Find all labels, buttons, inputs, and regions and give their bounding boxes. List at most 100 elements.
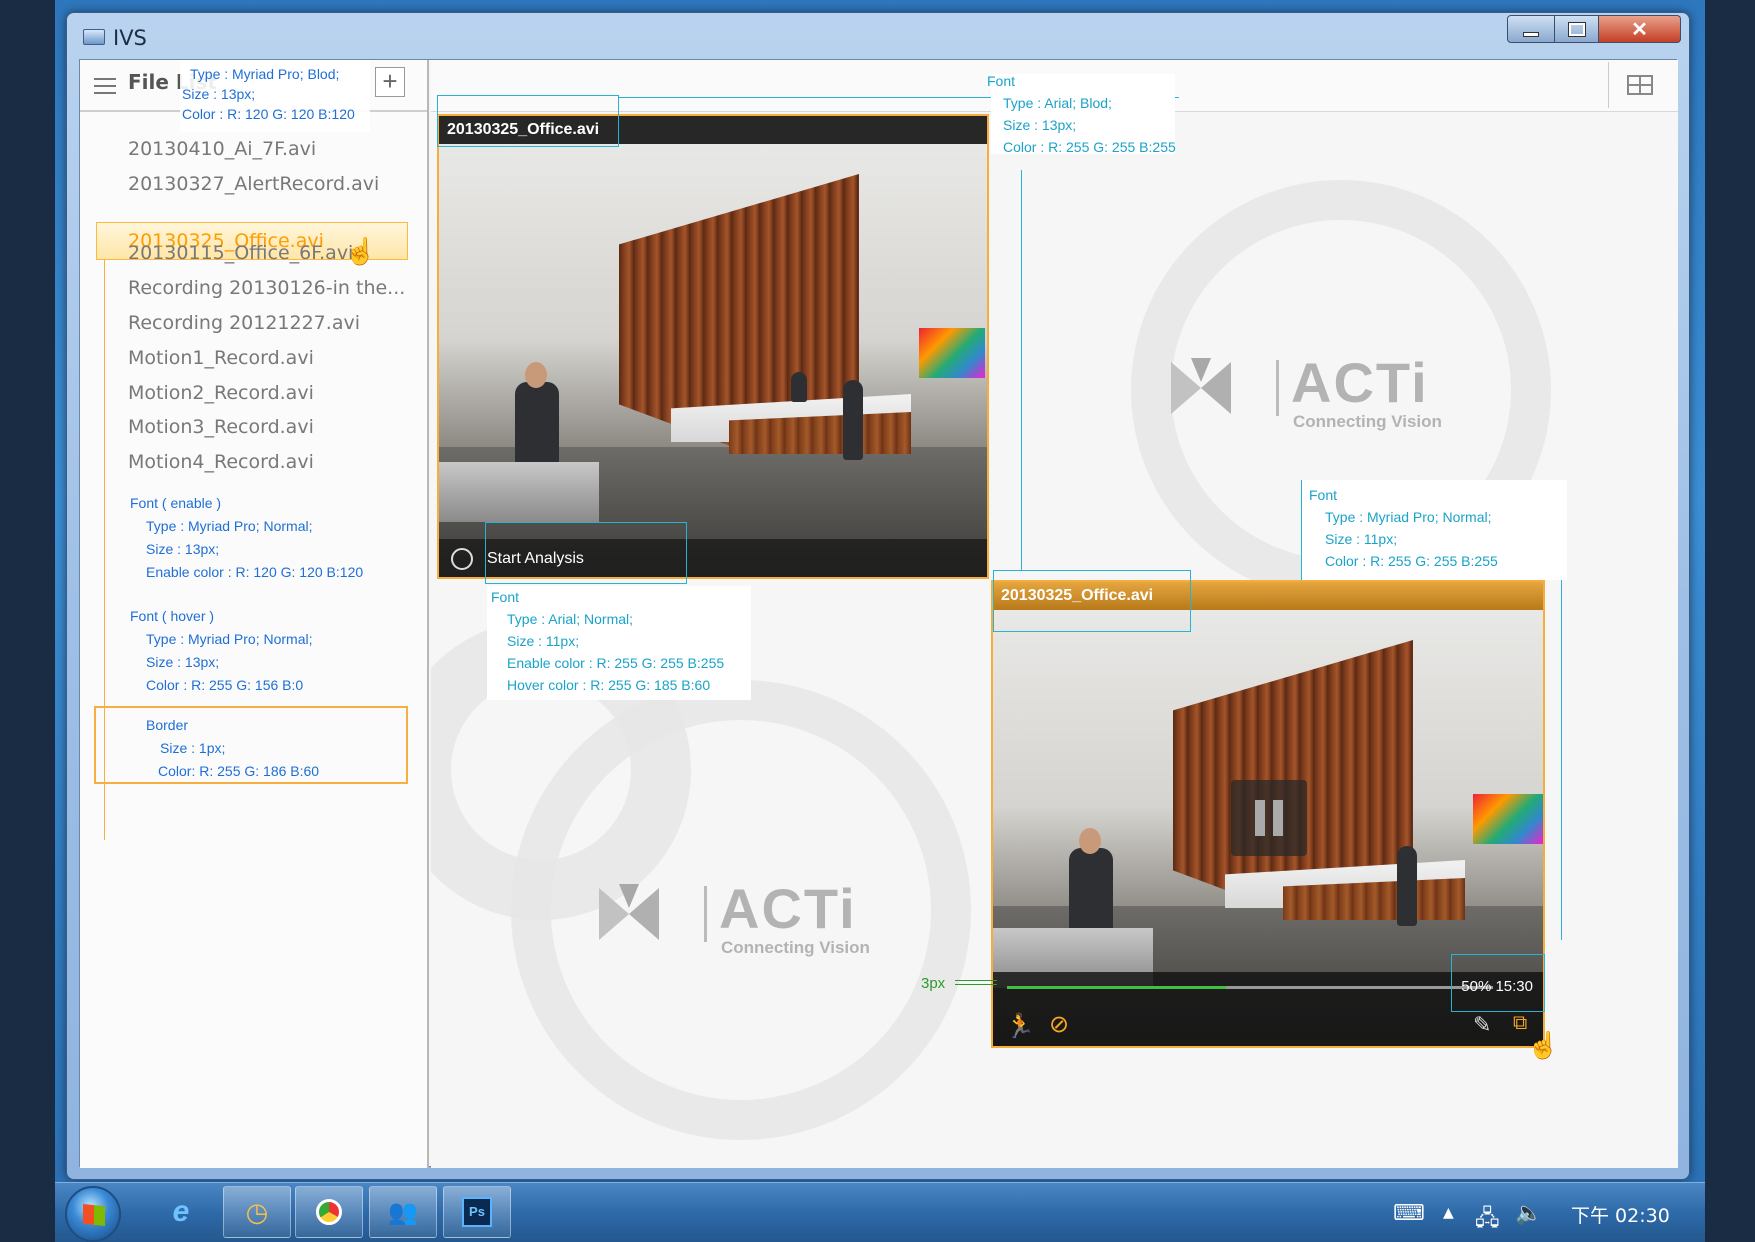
- taskbar-ie[interactable]: e: [147, 1186, 215, 1238]
- taskbar-chrome[interactable]: [295, 1186, 363, 1238]
- file-item[interactable]: Motion2_Record.avi: [128, 382, 314, 404]
- acti-mark-icon: [599, 884, 659, 940]
- logo-divider: [1276, 360, 1279, 416]
- video-panel[interactable]: 20130325_Office.avi Start Analysis: [437, 114, 989, 579]
- annotation-leader: [955, 980, 997, 981]
- window-controls: ✕: [1507, 15, 1681, 45]
- taskbar-photoshop[interactable]: Ps: [443, 1186, 511, 1238]
- scene-gates: [439, 462, 599, 522]
- progress-bar[interactable]: [1007, 986, 1493, 989]
- annotation-line: Type : Arial; Normal;: [507, 611, 634, 627]
- annotation-box: [437, 95, 619, 147]
- minimize-icon: [1523, 31, 1539, 37]
- annotation-line: Size : 1px;: [160, 740, 226, 756]
- annotation-line: Type : Myriad Pro; Normal;: [146, 631, 313, 647]
- taskbar: e ◷ 👥 Ps ⌨ ▲ 🖧 🔈 下午 02:30: [55, 1182, 1705, 1242]
- acti-mark-icon: [1171, 358, 1231, 414]
- annotation-line: Size : 13px;: [1003, 117, 1077, 133]
- maximize-button[interactable]: [1555, 15, 1599, 43]
- annotation-line: Border: [146, 717, 189, 733]
- video-frame: [439, 144, 987, 577]
- annotation-line: Size : 11px;: [1325, 531, 1398, 547]
- start-analysis-icon: [451, 548, 473, 570]
- taskbar-users[interactable]: 👥: [369, 1186, 437, 1238]
- tray-expand-icon[interactable]: ▲: [1443, 1205, 1454, 1221]
- layout-button[interactable]: [1608, 62, 1666, 108]
- annotation-line: Font ( enable ): [130, 495, 222, 511]
- logo-tagline: Connecting Vision: [721, 938, 870, 957]
- file-item[interactable]: Recording 20130126-in the...: [128, 277, 405, 299]
- annotation-line: Enable color : R: 120 G: 120 B:120: [146, 564, 364, 580]
- logo-brand: ACTi: [1291, 351, 1429, 414]
- window-title: IVS: [113, 26, 147, 50]
- motion-detect-icon[interactable]: 🏃: [1005, 1012, 1035, 1041]
- annotation-progress-thickness: 3px: [921, 975, 946, 992]
- annotation-leader: [955, 984, 997, 985]
- scene-person: [1397, 846, 1417, 926]
- edit-icon[interactable]: ✎: [1473, 1012, 1491, 1038]
- app-window: IVS ✕ File List + Type : Myriad Pro; Blo…: [66, 12, 1690, 1180]
- photoshop-icon: Ps: [462, 1197, 492, 1227]
- list-icon: [94, 78, 116, 94]
- start-button[interactable]: [65, 1186, 121, 1242]
- annotation-font-hover: Font ( hover ) Type : Myriad Pro; Normal…: [130, 605, 313, 697]
- popout-icon[interactable]: ⧉: [1513, 1012, 1527, 1035]
- close-button[interactable]: ✕: [1599, 15, 1681, 43]
- chrome-icon: [316, 1199, 342, 1225]
- file-item[interactable]: 20130115_Office_6F.avi: [128, 242, 353, 264]
- minimize-button[interactable]: [1507, 15, 1555, 43]
- file-item[interactable]: Motion1_Record.avi: [128, 347, 314, 369]
- file-item[interactable]: Motion3_Record.avi: [128, 416, 314, 438]
- no-entry-icon[interactable]: ⊘: [1049, 1010, 1069, 1039]
- pause-icon: [1255, 800, 1265, 836]
- file-item[interactable]: Recording 20121227.avi: [128, 312, 360, 334]
- annotation-line: Font: [1309, 487, 1338, 503]
- brand-logo: ACTi Connecting Vision: [599, 876, 899, 966]
- title-bar[interactable]: IVS ✕: [67, 13, 1689, 59]
- annotation-line: Size : 13px;: [146, 541, 220, 557]
- annotation-line: Font: [987, 73, 1016, 89]
- network-icon[interactable]: 🖧: [1475, 1201, 1500, 1239]
- app-icon: [83, 29, 105, 45]
- annotation-line: Color : R: 255 G: 156 B:0: [146, 677, 304, 693]
- annotation-line: Size : 13px;: [182, 86, 256, 102]
- maximize-icon: [1567, 21, 1586, 37]
- add-file-button[interactable]: +: [375, 67, 405, 97]
- users-icon: 👥: [388, 1198, 418, 1226]
- windows-logo-icon: [83, 1204, 105, 1226]
- annotation-analysis-font: Font Type : Arial; Normal; Size : 11px; …: [491, 586, 724, 696]
- annotation-leader: [1021, 170, 1022, 570]
- clock[interactable]: 下午 02:30: [1571, 1201, 1670, 1228]
- annotation-header-font: Type : Myriad Pro; Blod; Size : 13px; Co…: [182, 64, 355, 124]
- file-item[interactable]: Motion4_Record.avi: [128, 451, 314, 473]
- scene-person: [843, 380, 863, 460]
- pause-button[interactable]: [1231, 780, 1307, 856]
- annotation-line: Type : Myriad Pro; Normal;: [1325, 509, 1492, 525]
- annotation-line: Type : Myriad Pro; Blod;: [190, 66, 340, 82]
- scene-art: [1473, 794, 1543, 844]
- client-area: File List + Type : Myriad Pro; Blod; Siz…: [79, 59, 1678, 1168]
- ie-icon: e: [172, 1195, 190, 1228]
- annotation-line: Color : R: 255 G: 255 B:255: [1325, 553, 1498, 569]
- pause-icon: [1273, 800, 1283, 836]
- taskbar-app[interactable]: ◷: [223, 1186, 291, 1238]
- volume-icon[interactable]: 🔈: [1515, 1201, 1542, 1226]
- annotation-line: Enable color : R: 255 G: 255 B:255: [507, 655, 725, 671]
- annotation-line: Type : Arial; Blod;: [1003, 95, 1112, 111]
- logo-tagline: Connecting Vision: [1293, 412, 1442, 431]
- video-area: ACTi Connecting Vision ACTi Connecting V…: [431, 60, 1678, 1168]
- annotation-box: [485, 522, 687, 584]
- hand-cursor-icon: ☝: [1527, 1030, 1560, 1060]
- file-list-panel: File List + Type : Myriad Pro; Blod; Siz…: [80, 60, 429, 1168]
- keyboard-icon[interactable]: ⌨: [1393, 1201, 1425, 1226]
- annotation-video-title-font: Font Type : Arial; Blod; Size : 13px; Co…: [987, 70, 1176, 158]
- annotation-box: [1451, 954, 1545, 1012]
- annotation-leader: [1561, 580, 1562, 940]
- annotation-line: Color: R: 255 G: 186 B:60: [158, 763, 320, 779]
- annotation-line: Size : 13px;: [146, 654, 220, 670]
- file-item[interactable]: 20130410_Ai_7F.avi: [128, 138, 316, 160]
- brand-logo: ACTi Connecting Vision: [1171, 350, 1471, 440]
- scene-head: [525, 362, 547, 388]
- close-icon: ✕: [1631, 18, 1648, 41]
- file-item[interactable]: 20130327_AlertRecord.avi: [128, 173, 379, 195]
